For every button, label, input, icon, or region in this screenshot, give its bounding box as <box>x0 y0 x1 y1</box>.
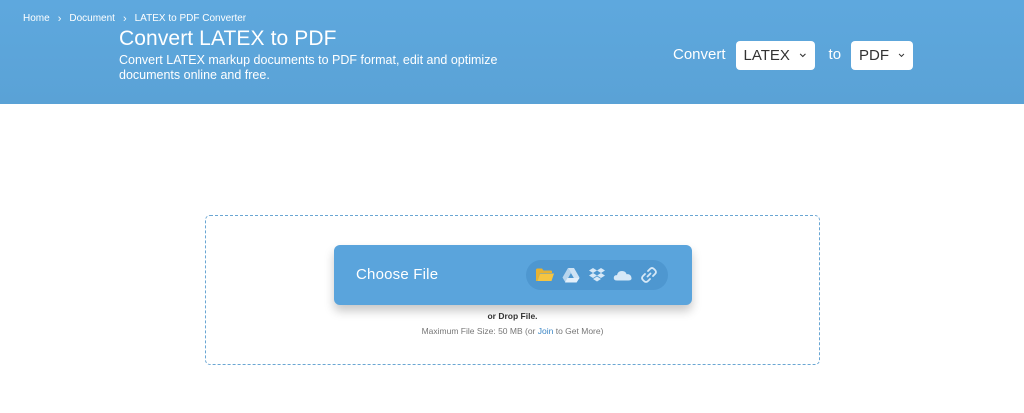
page-header: Home › Document › LATEX to PDF Converter… <box>0 0 1024 104</box>
onedrive-icon[interactable] <box>612 264 634 286</box>
breadcrumb-document[interactable]: Document <box>69 13 115 24</box>
to-format-value: PDF <box>859 46 890 64</box>
breadcrumb-current: LATEX to PDF Converter <box>134 13 247 24</box>
from-format-value: LATEX <box>743 46 790 64</box>
drop-file-hint: or Drop File. <box>487 311 538 321</box>
breadcrumb: Home › Document › LATEX to PDF Converter <box>23 13 246 24</box>
link-icon[interactable] <box>638 264 660 286</box>
size-suffix: to Get More) <box>553 326 604 336</box>
join-link[interactable]: Join <box>538 326 554 336</box>
upload-sources <box>526 260 668 290</box>
file-drop-zone[interactable]: Choose File or Drop File. Maximum File S… <box>205 215 820 365</box>
chevron-right-icon: › <box>57 12 62 25</box>
page-title: Convert LATEX to PDF <box>119 27 337 50</box>
to-label: to <box>828 46 842 63</box>
folder-icon[interactable] <box>534 264 556 286</box>
max-file-size-note: Maximum File Size: 50 MB (or Join to Get… <box>206 326 819 336</box>
convert-label: Convert <box>673 46 726 63</box>
to-format-select[interactable]: PDF <box>851 40 914 70</box>
google-drive-icon[interactable] <box>560 264 582 286</box>
chevron-right-icon: › <box>122 12 127 25</box>
breadcrumb-home[interactable]: Home <box>23 13 50 24</box>
size-prefix: Maximum File Size: 50 MB (or <box>421 326 538 336</box>
choose-file-label: Choose File <box>356 266 439 283</box>
from-format-select[interactable]: LATEX <box>735 40 815 70</box>
dropbox-icon[interactable] <box>586 264 608 286</box>
chevron-down-icon <box>799 53 806 58</box>
choose-file-button[interactable]: Choose File <box>334 245 692 305</box>
chevron-down-icon <box>898 53 905 58</box>
format-selector: Convert LATEX to PDF <box>673 40 914 70</box>
page-subtitle: Convert LATEX markup documents to PDF fo… <box>119 53 498 82</box>
